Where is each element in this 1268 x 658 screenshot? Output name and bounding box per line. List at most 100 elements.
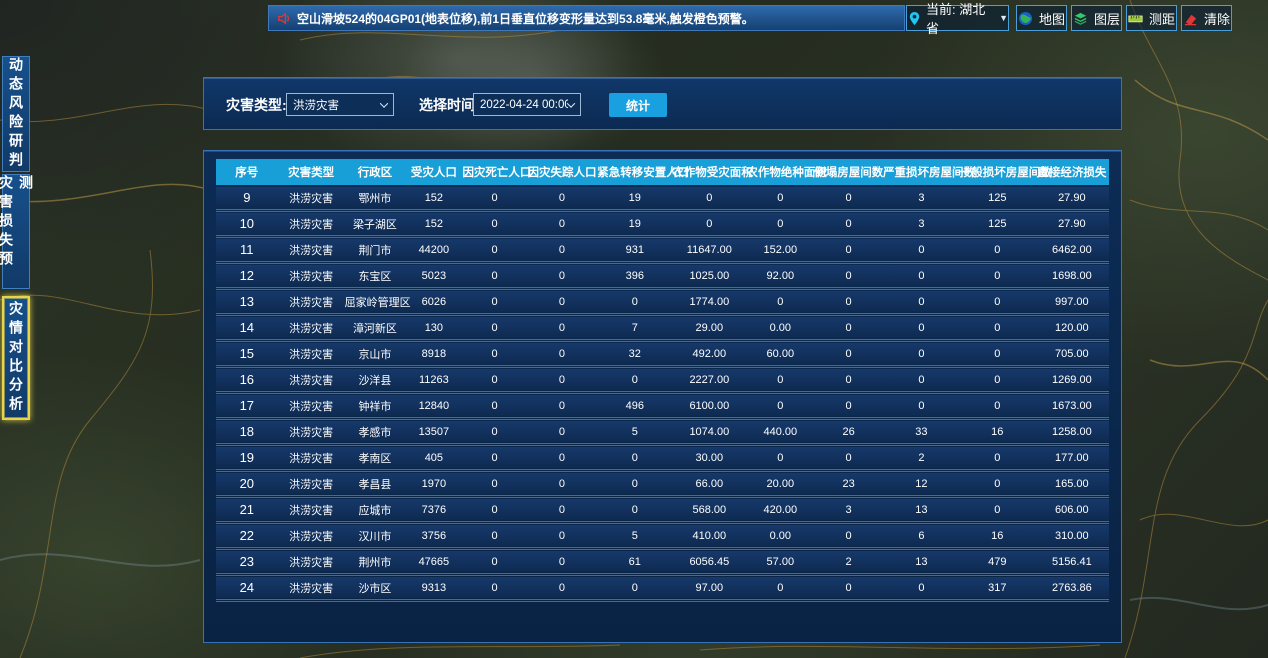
row-separator bbox=[216, 287, 1109, 290]
table-header-row: 序号灾害类型行政区受灾人口因灾死亡人口因灾失踪人口紧急转移安置人口农作物受灾面积… bbox=[216, 159, 1109, 185]
table-cell: 496 bbox=[597, 400, 672, 412]
table-cell: 0 bbox=[746, 296, 814, 308]
table-cell: 0 bbox=[462, 582, 526, 594]
table-cell: 0 bbox=[746, 400, 814, 412]
column-header: 因灾失踪人口 bbox=[527, 164, 598, 180]
table-cell: 24 bbox=[216, 580, 278, 595]
table-row[interactable]: 16洪涝灾害沙洋县112630002227.0000001269.00 bbox=[216, 369, 1109, 390]
table-row[interactable]: 11洪涝灾害荆门市442000093111647.00152.000006462… bbox=[216, 239, 1109, 260]
table-cell: 29.00 bbox=[672, 322, 746, 334]
table-cell: 0 bbox=[960, 244, 1035, 256]
table-cell: 317 bbox=[960, 582, 1035, 594]
table-cell: 30.00 bbox=[672, 452, 746, 464]
table-cell: 洪涝灾害 bbox=[278, 580, 345, 596]
table-row[interactable]: 9洪涝灾害鄂州市1520019000312527.90 bbox=[216, 187, 1109, 208]
table-cell: 0 bbox=[960, 400, 1035, 412]
table-row[interactable]: 18洪涝灾害孝感市135070051074.00440.002633161258… bbox=[216, 421, 1109, 442]
table-row[interactable]: 13洪涝灾害屈家岭管理区60260001774.000000997.00 bbox=[216, 291, 1109, 312]
table-cell: 洪涝灾害 bbox=[278, 554, 345, 570]
table-cell: 0 bbox=[746, 582, 814, 594]
table-cell: 0 bbox=[814, 582, 883, 594]
layers-button[interactable]: 图层 bbox=[1071, 5, 1122, 31]
column-header: 灾害类型 bbox=[278, 164, 345, 180]
table-cell: 屈家岭管理区 bbox=[345, 294, 406, 310]
table-cell: 420.00 bbox=[746, 504, 814, 516]
table-cell: 0 bbox=[527, 504, 598, 516]
table-row[interactable]: 17洪涝灾害钟祥市12840004966100.0000001673.00 bbox=[216, 395, 1109, 416]
clear-button[interactable]: 清除 bbox=[1181, 5, 1232, 31]
table-cell: 0 bbox=[527, 374, 598, 386]
table-row[interactable]: 24洪涝灾害沙市区931300097.000003172763.86 bbox=[216, 577, 1109, 598]
table-cell: 0 bbox=[883, 582, 960, 594]
region-selector[interactable]: 当前: 湖北省 ▼ bbox=[906, 5, 1009, 31]
row-separator bbox=[216, 209, 1109, 212]
table-cell: 165.00 bbox=[1035, 478, 1109, 490]
table-cell: 13 bbox=[216, 294, 278, 309]
table-cell: 钟祥市 bbox=[345, 398, 406, 414]
disaster-type-label: 灾害类型: bbox=[226, 95, 287, 115]
map-button[interactable]: 地图 bbox=[1016, 5, 1067, 31]
table-cell: 97.00 bbox=[672, 582, 746, 594]
table-cell: 5156.41 bbox=[1035, 556, 1109, 568]
time-select-value: 2022-04-24 00:00:00 bbox=[480, 99, 568, 111]
table-cell: 洪涝灾害 bbox=[278, 476, 345, 492]
table-cell: 孝昌县 bbox=[345, 476, 406, 492]
table-row[interactable]: 22洪涝灾害汉川市3756005410.000.000616310.00 bbox=[216, 525, 1109, 546]
table-cell: 汉川市 bbox=[345, 528, 406, 544]
sidebar-item-dynamic-risk[interactable]: 动态风险研判 bbox=[2, 56, 30, 172]
table-cell: 405 bbox=[405, 452, 462, 464]
column-header: 农作物受灾面积 bbox=[672, 164, 746, 180]
table-cell: 0 bbox=[462, 244, 526, 256]
table-cell: 0 bbox=[462, 426, 526, 438]
table-cell: 6100.00 bbox=[672, 400, 746, 412]
table-row[interactable]: 23洪涝灾害荆州市4766500616056.4557.002134795156… bbox=[216, 551, 1109, 572]
table-row[interactable]: 14洪涝灾害漳河新区13000729.000.00000120.00 bbox=[216, 317, 1109, 338]
table-cell: 0 bbox=[814, 530, 883, 542]
table-cell: 6462.00 bbox=[1035, 244, 1109, 256]
measure-distance-button[interactable]: 测距 bbox=[1126, 5, 1177, 31]
table-row[interactable]: 15洪涝灾害京山市89180032492.0060.00000705.00 bbox=[216, 343, 1109, 364]
time-select[interactable]: 2022-04-24 00:00:00 bbox=[473, 93, 581, 116]
table-row[interactable]: 21洪涝灾害应城市7376000568.00420.003130606.00 bbox=[216, 499, 1109, 520]
sidebar-item-loss-prediction[interactable]: 灾害损失预测 bbox=[2, 174, 30, 289]
table-cell: 0 bbox=[883, 348, 960, 360]
table-cell: 洪涝灾害 bbox=[278, 346, 345, 362]
table-cell: 沙市区 bbox=[345, 580, 406, 596]
table-cell: 2227.00 bbox=[672, 374, 746, 386]
table-cell: 0 bbox=[814, 244, 883, 256]
column-header: 农作物绝种面积 bbox=[746, 164, 814, 180]
table-row[interactable]: 20洪涝灾害孝昌县197000066.0020.0023120165.00 bbox=[216, 473, 1109, 494]
table-cell: 0 bbox=[527, 530, 598, 542]
table-cell: 0 bbox=[527, 452, 598, 464]
disaster-table-panel: 序号灾害类型行政区受灾人口因灾死亡人口因灾失踪人口紧急转移安置人口农作物受灾面积… bbox=[203, 150, 1122, 643]
table-cell: 13 bbox=[883, 504, 960, 516]
table-cell: 1774.00 bbox=[672, 296, 746, 308]
statistics-button[interactable]: 统计 bbox=[609, 93, 667, 117]
table-cell: 洪涝灾害 bbox=[278, 320, 345, 336]
table-cell: 0 bbox=[527, 270, 598, 282]
table-cell: 13 bbox=[883, 556, 960, 568]
ruler-icon bbox=[1128, 11, 1143, 26]
table-cell: 0 bbox=[814, 218, 883, 230]
table-cell: 16 bbox=[960, 426, 1035, 438]
table-cell: 0 bbox=[960, 452, 1035, 464]
table-row[interactable]: 12洪涝灾害东宝区5023003961025.0092.000001698.00 bbox=[216, 265, 1109, 286]
table-cell: 12 bbox=[216, 268, 278, 283]
disaster-type-select[interactable]: 洪涝灾害 bbox=[286, 93, 394, 116]
table-row[interactable]: 10洪涝灾害梁子湖区1520019000312527.90 bbox=[216, 213, 1109, 234]
table-cell: 125 bbox=[960, 192, 1035, 204]
column-header: 序号 bbox=[216, 164, 278, 180]
table-cell: 0 bbox=[527, 478, 598, 490]
globe-icon bbox=[1018, 11, 1033, 26]
table-row[interactable]: 19洪涝灾害孝南区40500030.000020177.00 bbox=[216, 447, 1109, 468]
table-cell: 19 bbox=[597, 218, 672, 230]
column-header: 严重损坏房屋间数 bbox=[883, 164, 960, 180]
alert-banner: 空山滑坡524的04GP01(地表位移),前1日垂直位移变形量达到53.8毫米,… bbox=[268, 5, 905, 31]
table-cell: 0 bbox=[960, 270, 1035, 282]
chevron-down-icon bbox=[380, 99, 388, 107]
table-cell: 洪涝灾害 bbox=[278, 424, 345, 440]
table-cell: 1673.00 bbox=[1035, 400, 1109, 412]
table-cell: 0 bbox=[462, 504, 526, 516]
sidebar-item-disaster-comparison[interactable]: 灾情对比分析 bbox=[2, 296, 30, 420]
column-header: 直接经济损失 bbox=[1035, 164, 1109, 180]
